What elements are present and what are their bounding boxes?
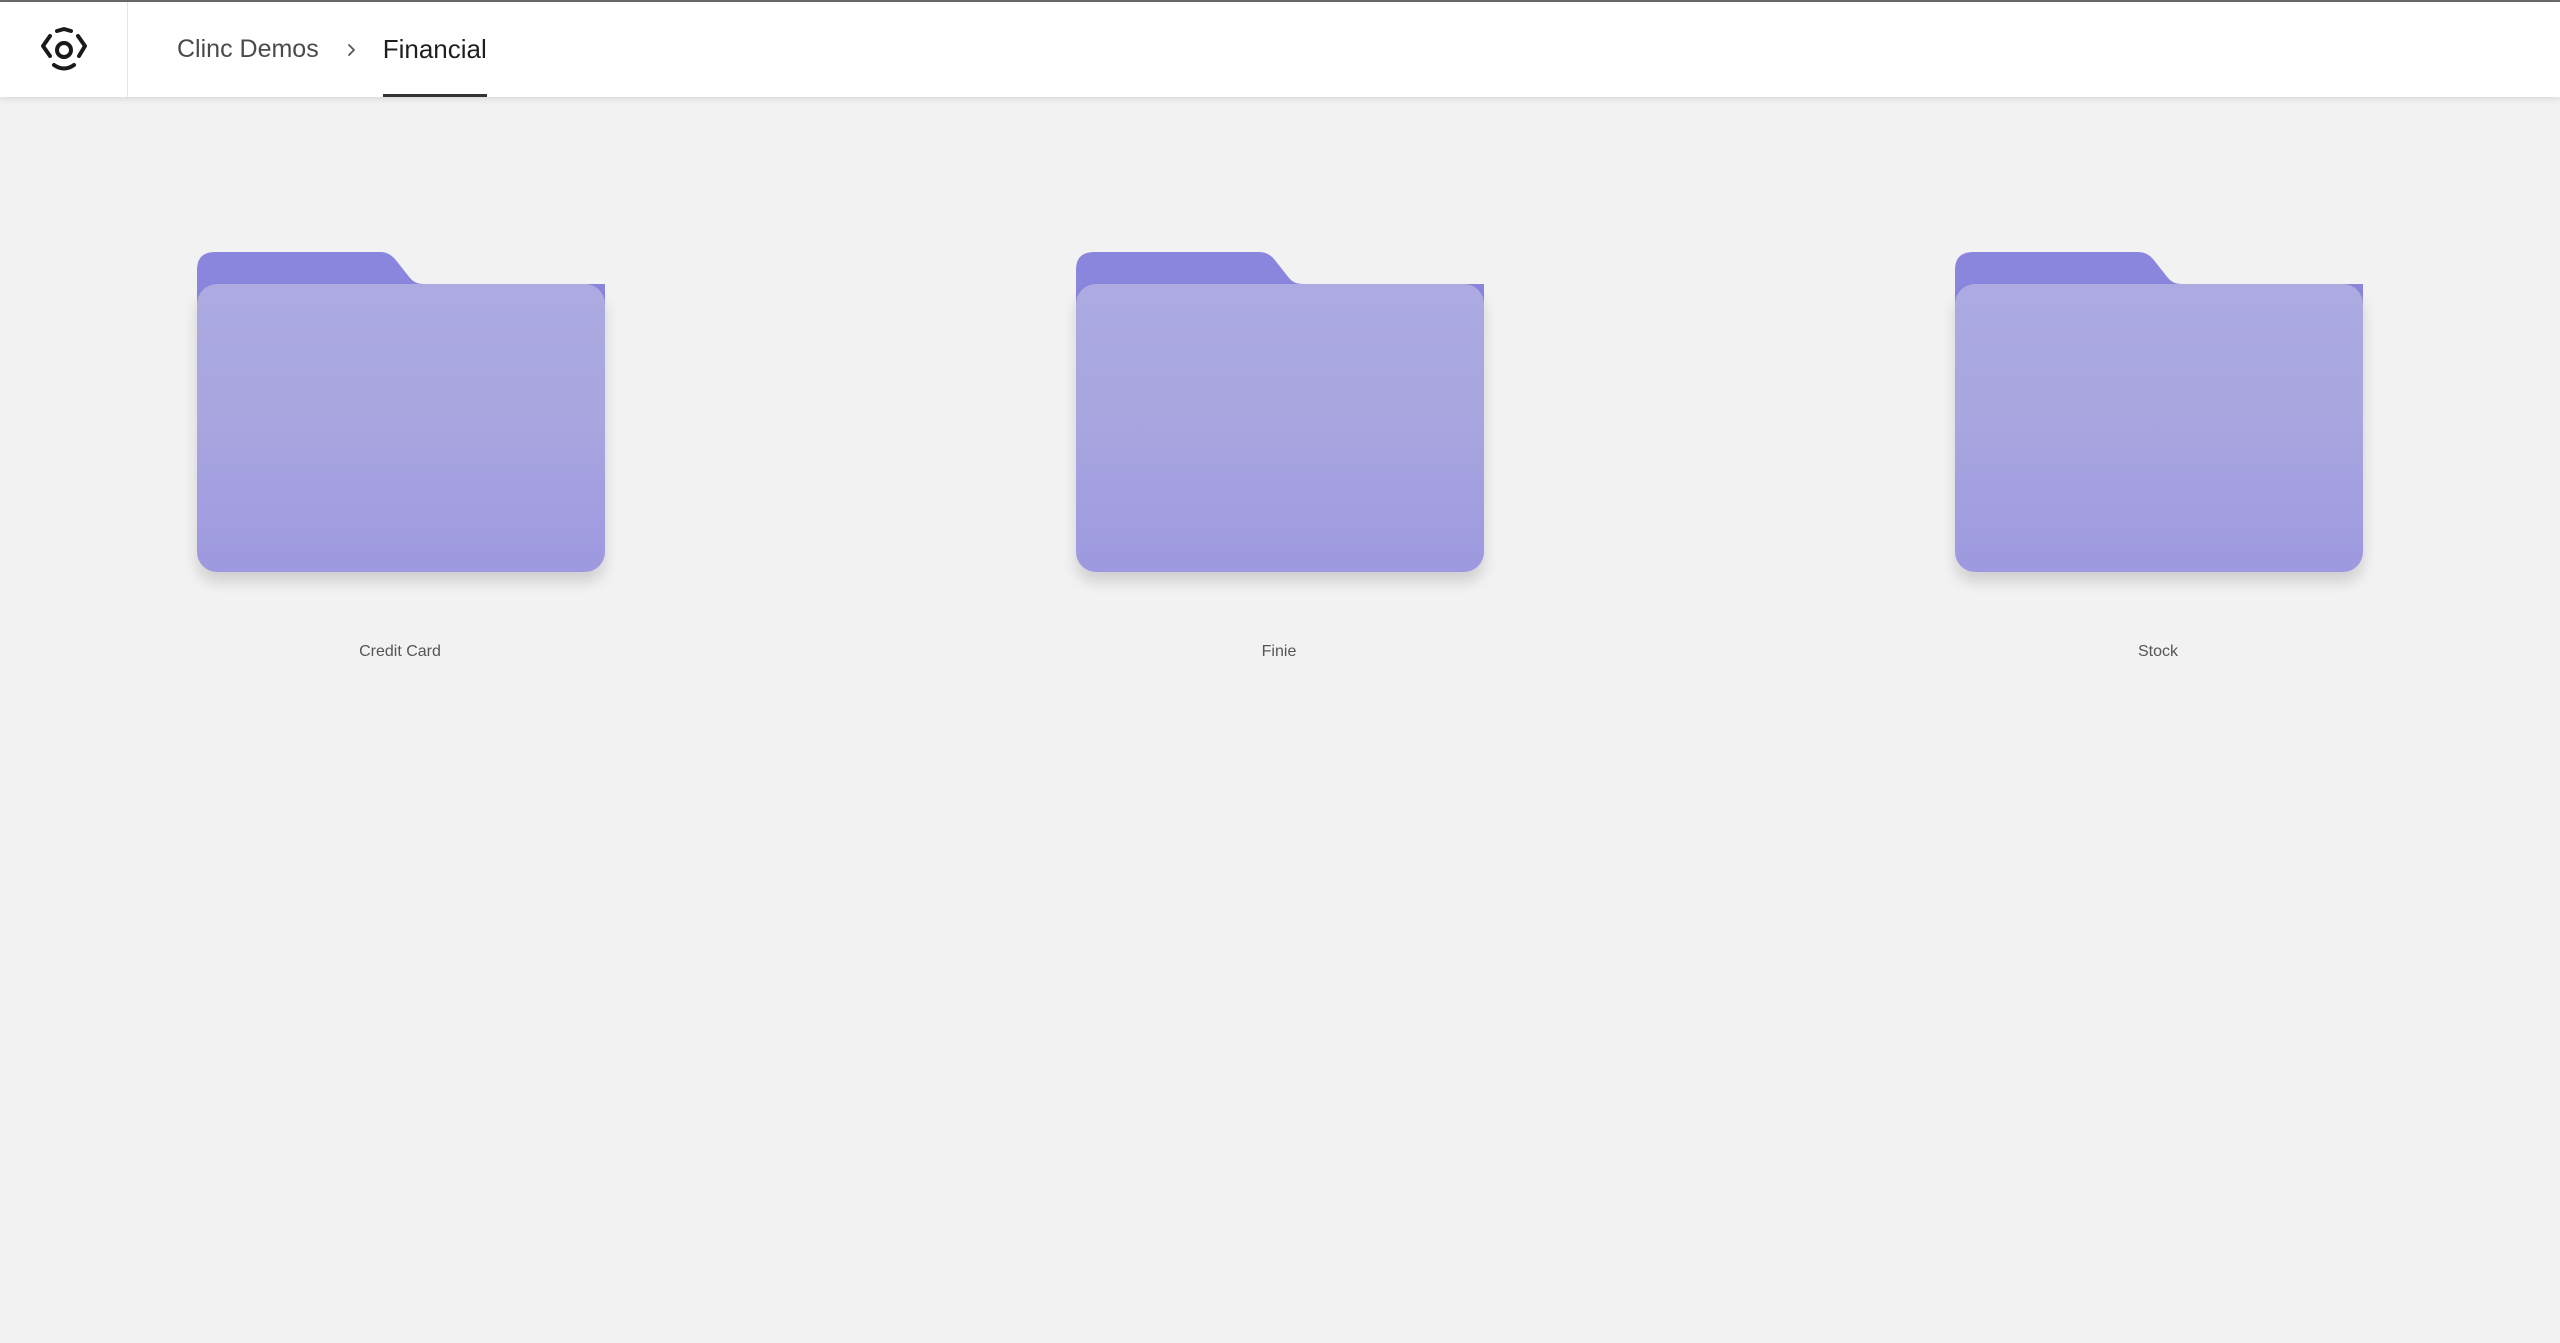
folder-icon bbox=[1076, 252, 1484, 602]
folder-item-finie[interactable]: Finie bbox=[999, 252, 1484, 792]
breadcrumb-current[interactable]: Financial bbox=[382, 2, 487, 97]
app-window: Clinc Demos Financial Credit Card Finie … bbox=[0, 0, 2560, 1343]
breadcrumb-root[interactable]: Clinc Demos bbox=[177, 2, 319, 97]
folder-item-credit-card[interactable]: Credit Card bbox=[120, 252, 605, 792]
top-navigation-bar: Clinc Demos Financial bbox=[0, 2, 2560, 97]
logo-button[interactable] bbox=[0, 2, 128, 97]
chevron-right-icon bbox=[319, 43, 383, 57]
clinc-logo-icon bbox=[40, 26, 87, 70]
folder-item-stock[interactable]: Stock bbox=[1878, 252, 2363, 792]
folder-icon bbox=[197, 252, 605, 602]
folder-label: Finie bbox=[1261, 643, 1297, 660]
folder-icon bbox=[1955, 252, 2363, 602]
breadcrumb: Clinc Demos Financial bbox=[177, 2, 487, 97]
folder-label: Credit Card bbox=[359, 643, 441, 660]
folder-label: Stock bbox=[2137, 643, 2178, 660]
